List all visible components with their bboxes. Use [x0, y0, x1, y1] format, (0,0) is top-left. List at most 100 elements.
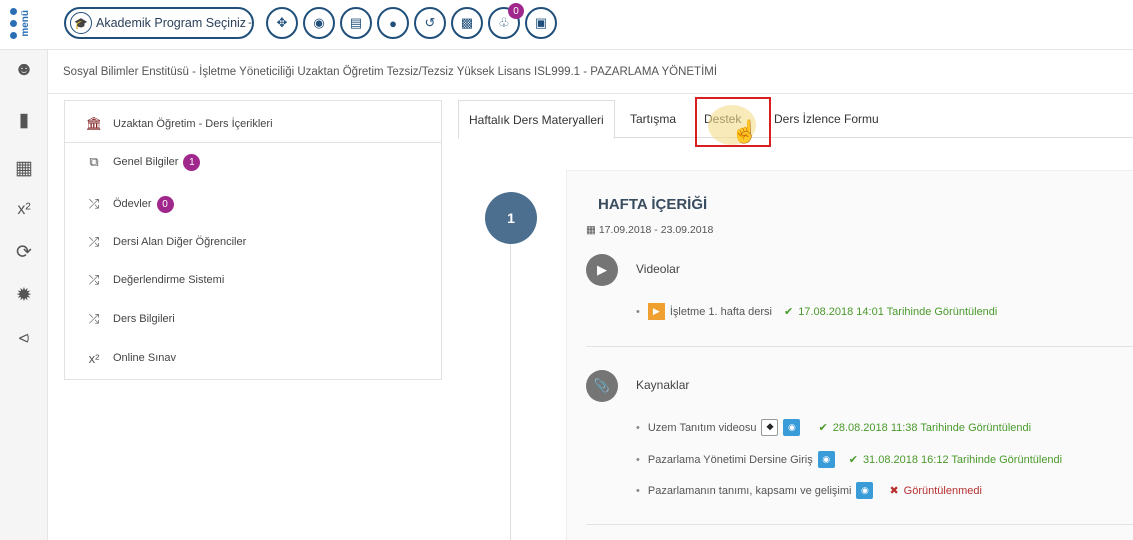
- superscript-icon[interactable]: x²: [12, 198, 36, 222]
- move-icon: ✥: [276, 15, 288, 30]
- top-bar: menü 🎓 Akademik Program Seçiniz - ✥ ◉ ▤ …: [0, 0, 1133, 50]
- resource-item[interactable]: • Pazarlamanın tanımı, kapsamı ve gelişi…: [636, 482, 982, 499]
- menu-item-genel-bilgiler[interactable]: ⧉ Genel Bilgiler 1: [65, 143, 441, 181]
- user-button[interactable]: ●: [377, 7, 409, 39]
- viewed-status: ✔ 31.08.2018 16:12 Tarihinde Görüntülendi: [849, 453, 1062, 466]
- paperclip-icon: 📎: [586, 370, 618, 402]
- count-badge: 0: [156, 195, 174, 213]
- refresh-button[interactable]: ↺: [414, 7, 446, 39]
- menu-item-ders-bilgileri[interactable]: ⤮ Ders Bilgileri: [65, 300, 441, 338]
- menu-item-label: Değerlendirme Sistemi: [113, 274, 225, 286]
- week-date-text: 17.09.2018 - 23.09.2018: [598, 224, 714, 236]
- video-item-label: İşletme 1. hafta dersi: [669, 305, 772, 318]
- card-icon: ▤: [349, 15, 363, 30]
- document-button[interactable]: ▩: [451, 7, 483, 39]
- shuffle-icon: ⤮: [88, 234, 100, 249]
- move-button[interactable]: ✥: [266, 7, 298, 39]
- document-icon: ▩: [460, 15, 474, 30]
- calendar-icon: ▣: [534, 15, 548, 30]
- eye-icon[interactable]: ◉: [856, 482, 874, 499]
- breadcrumb-text: Sosyal Bilimler Enstitüsü - İşletme Yöne…: [63, 66, 718, 78]
- section-divider: [586, 346, 1133, 347]
- calendar-button[interactable]: ▣: [525, 7, 557, 39]
- shuffle-icon: ⤮: [88, 196, 100, 211]
- share-icon[interactable]: ⪦: [12, 326, 36, 350]
- week-title: HAFTA İÇERİĞİ: [598, 196, 708, 213]
- card-button[interactable]: ▤: [340, 7, 372, 39]
- tab-label: Ders İzlence Formu: [774, 112, 879, 126]
- eye-button[interactable]: ◉: [303, 7, 335, 39]
- arrows-icon: ⧉: [89, 154, 99, 169]
- tab-label: Haftalık Ders Materyalleri: [469, 112, 604, 127]
- menu-item-diger-ogrenciler[interactable]: ⤮ Dersi Alan Diğer Öğrenciler: [65, 223, 441, 261]
- superscript-icon: x²: [88, 350, 100, 366]
- shuffle-icon: ⤮: [88, 311, 100, 326]
- tab-ders-izlence[interactable]: Ders İzlence Formu: [764, 100, 889, 138]
- video-camera-icon: ▶: [586, 254, 618, 286]
- info-icon[interactable]: ❖: [761, 419, 779, 436]
- menu-item-label: Online Sınav: [113, 352, 176, 364]
- program-select-label: Akademik Program Seçiniz: [96, 16, 247, 30]
- download-icon[interactable]: ◉: [783, 419, 801, 436]
- viewed-status: ✔ 17.08.2018 14:01 Tarihinde Görüntülendi: [784, 305, 997, 318]
- menu-item-label: Genel Bilgiler: [113, 156, 179, 168]
- calendar-icon[interactable]: ▦: [12, 156, 36, 180]
- menu-item-online-sinav[interactable]: x² Online Sınav: [65, 339, 441, 377]
- refresh-icon[interactable]: ⟳: [12, 240, 36, 264]
- videos-section-title: Videolar: [636, 262, 680, 276]
- check-icon: ✔: [818, 422, 828, 434]
- status-text: Görüntülenmedi: [903, 485, 982, 497]
- course-menu-header-label: Uzaktan Öğretim - Ders İçerikleri: [113, 117, 273, 130]
- resources-section-title: Kaynaklar: [636, 378, 690, 392]
- timeline-line: [510, 230, 511, 540]
- user-icon[interactable]: ☻: [12, 58, 36, 82]
- gear-icon[interactable]: ✹: [12, 283, 36, 307]
- count-badge: 1: [183, 153, 201, 171]
- play-icon[interactable]: ▶: [647, 303, 665, 320]
- menu-item-label: Dersi Alan Diğer Öğrenciler: [113, 236, 247, 248]
- check-icon: ✔: [783, 306, 794, 318]
- institution-icon: 🏛: [85, 115, 103, 131]
- eye-icon[interactable]: ◉: [817, 451, 835, 468]
- bell-icon: ♧: [498, 15, 510, 30]
- status-text: 17.08.2018 14:01 Tarihinde Görüntülendi: [798, 306, 998, 318]
- resource-item[interactable]: • Uzem Tanıtım videosu ❖ ◉ ✔ 28.08.2018 1…: [636, 419, 1031, 436]
- tab-tartisma[interactable]: Tartışma: [620, 100, 686, 138]
- week-date: ▦ 17.09.2018 - 23.09.2018: [586, 224, 713, 236]
- course-menu: 🏛 Uzaktan Öğretim - Ders İçerikleri ⧉ Ge…: [64, 100, 442, 380]
- resource-item-label: Uzem Tanıtım videosu: [647, 421, 757, 434]
- program-select[interactable]: 🎓 Akademik Program Seçiniz -: [64, 7, 254, 39]
- resource-item-label: Pazarlama Yönetimi Dersine Giriş: [647, 453, 813, 466]
- not-viewed-status: ✖ Görüntülenmedi: [889, 484, 982, 497]
- viewed-status: ✔ 28.08.2018 11:38 Tarihinde Görüntülendi: [818, 421, 1031, 434]
- graduation-cap-icon: 🎓: [70, 12, 92, 34]
- refresh-icon: ↺: [424, 15, 436, 30]
- menu-button[interactable]: menü: [8, 4, 38, 44]
- shuffle-icon: ⤮: [88, 272, 100, 287]
- menu-item-label: Ders Bilgileri: [113, 313, 175, 325]
- content-tabs: Haftalık Ders Materyalleri Tartışma Dest…: [458, 100, 1133, 139]
- video-item[interactable]: • ▶ İşletme 1. hafta dersi ✔ 17.08.2018 1…: [636, 303, 997, 320]
- status-text: 31.08.2018 16:12 Tarihinde Görüntülendi: [862, 454, 1063, 466]
- menu-item-degerlendirme[interactable]: ⤮ Değerlendirme Sistemi: [65, 261, 441, 299]
- status-text: 28.08.2018 11:38 Tarihinde Görüntülendi: [832, 422, 1032, 434]
- resource-item[interactable]: • Pazarlama Yönetimi Dersine Giriş ◉ ✔ 31…: [636, 451, 1062, 468]
- menu-item-odevler[interactable]: ⤮ Ödevler 0: [65, 185, 441, 223]
- notification-badge: 0: [508, 3, 524, 19]
- week-number: 1: [485, 192, 537, 244]
- menu-item-label: Ödevler: [113, 198, 152, 210]
- hand-cursor-icon: ☝: [731, 119, 759, 144]
- course-menu-header[interactable]: 🏛 Uzaktan Öğretim - Ders İçerikleri: [65, 105, 441, 143]
- user-icon: ●: [389, 15, 397, 31]
- calendar-icon: ▦: [586, 224, 599, 236]
- section-divider: [586, 524, 1133, 525]
- breadcrumb: Sosyal Bilimler Enstitüsü - İşletme Yöne…: [48, 50, 1133, 94]
- tab-haftalik[interactable]: Haftalık Ders Materyalleri: [458, 100, 615, 139]
- book-icon[interactable]: ▮: [12, 108, 36, 132]
- tab-label: Tartışma: [630, 112, 677, 126]
- resource-item-label: Pazarlamanın tanımı, kapsamı ve gelişimi: [647, 484, 852, 497]
- check-icon: ✔: [848, 454, 858, 466]
- eye-icon: ◉: [313, 15, 325, 30]
- icon-sidebar: ☻ ▮ ▦ x² ⟳ ✹ ⪦: [0, 50, 48, 540]
- cross-icon: ✖: [889, 485, 899, 497]
